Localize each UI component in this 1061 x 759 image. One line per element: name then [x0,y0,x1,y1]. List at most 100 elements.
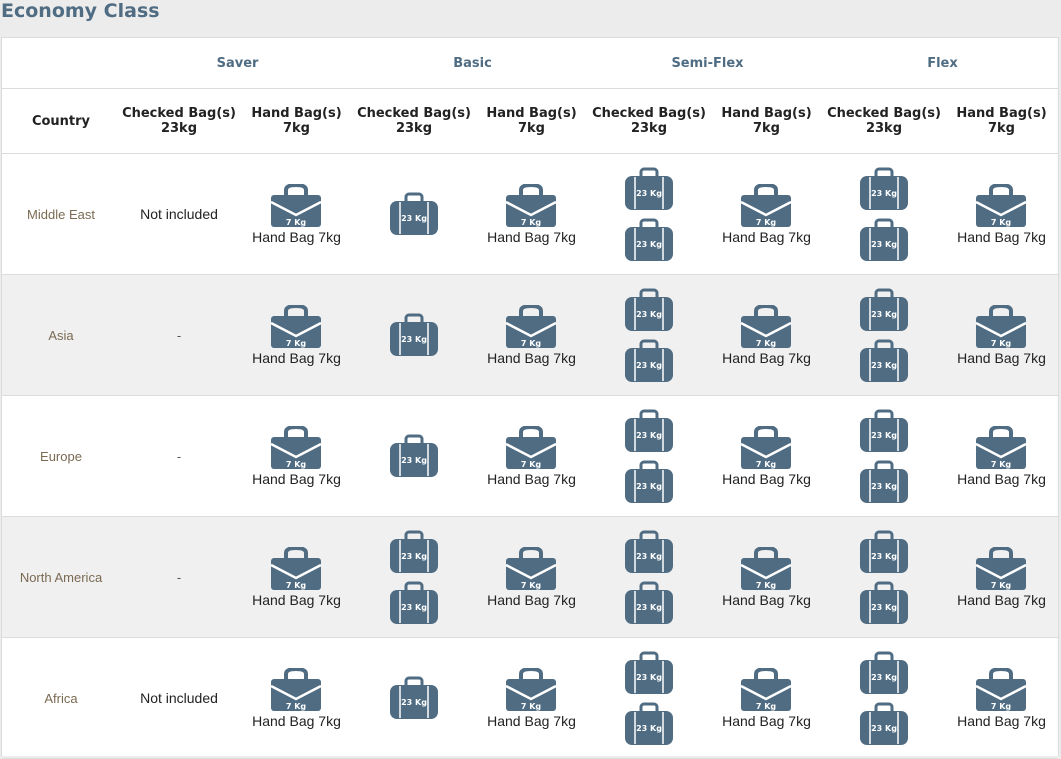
briefcase-icon: 7 Kg [740,667,793,711]
suitcase-icon: 23 Kg [625,702,673,745]
hand-bag-allowance: 7 Kg Hand Bag 7kg [252,183,341,245]
allowance-cell: 7 Kg Hand Bag 7kg [473,396,590,516]
suitcase-icon: 23 Kg [390,581,438,624]
briefcase-icon: 7 Kg [975,425,1028,469]
checked-bag-allowance: 23 Kg 23 Kg [624,167,674,262]
suitcase-icon: 23 Kg [860,530,908,573]
suitcase-icon: 23 Kg [625,218,673,261]
svg-text:23 Kg: 23 Kg [871,240,897,249]
suitcase-icon: 23 Kg [860,460,908,503]
hand-bag-allowance: 7 Kg Hand Bag 7kg [487,667,576,729]
svg-text:7 Kg: 7 Kg [286,339,307,348]
svg-text:23 Kg: 23 Kg [401,214,427,223]
allowance-cell: 7 Kg Hand Bag 7kg [708,275,825,395]
hand-bag-allowance: 7 Kg Hand Bag 7kg [722,304,811,366]
allowance-cell: 23 Kg [355,638,473,758]
allowance-cell: 7 Kg Hand Bag 7kg [943,517,1060,637]
svg-text:23 Kg: 23 Kg [871,482,897,491]
suitcase-icon: 23 Kg [390,192,438,235]
briefcase-icon: 7 Kg [505,667,558,711]
checked-bag-allowance: 23 Kg 23 Kg [859,409,909,504]
briefcase-icon: 7 Kg [975,304,1028,348]
suitcase-icon: 23 Kg [860,581,908,624]
not-included-label: Not included [140,206,218,222]
hand-bag-label: Hand Bag 7kg [722,228,811,245]
svg-text:7 Kg: 7 Kg [756,218,777,227]
briefcase-icon: 7 Kg [740,546,793,590]
hand-bag-allowance: 7 Kg Hand Bag 7kg [957,425,1046,487]
suitcase-icon: 23 Kg [390,676,438,719]
hand-bag-allowance: 7 Kg Hand Bag 7kg [957,667,1046,729]
svg-text:7 Kg: 7 Kg [991,702,1012,711]
suitcase-icon: 23 Kg [390,434,438,477]
svg-text:23 Kg: 23 Kg [871,552,897,561]
briefcase-icon: 7 Kg [740,425,793,469]
svg-text:23 Kg: 23 Kg [636,431,662,440]
checked-bag-column-header: Checked Bag(s) 23kg [122,106,236,136]
table-row: Asia -7 Kg Hand Bag 7kg 23 Kg 7 Kg Hand Bag 7… [2,275,1058,396]
allowance-cell: 7 Kg Hand Bag 7kg [708,154,825,274]
allowance-cell: - [120,275,238,395]
checked-bag-allowance: 23 Kg [389,313,439,357]
svg-text:23 Kg: 23 Kg [871,724,897,733]
svg-text:23 Kg: 23 Kg [636,603,662,612]
checked-bag-column-header: Checked Bag(s) 23kg [827,106,941,136]
allowance-cell: 7 Kg Hand Bag 7kg [943,396,1060,516]
allowance-cell: 23 Kg 23 Kg [590,275,708,395]
hand-bag-allowance: 7 Kg Hand Bag 7kg [957,183,1046,245]
allowance-cell: 7 Kg Hand Bag 7kg [943,638,1060,758]
hand-bag-label: Hand Bag 7kg [722,349,811,366]
checked-bag-allowance: 23 Kg [389,676,439,720]
svg-text:7 Kg: 7 Kg [521,460,542,469]
hand-bag-label: Hand Bag 7kg [252,591,341,608]
hand-bag-label: Hand Bag 7kg [487,591,576,608]
checked-bag-allowance: 23 Kg [389,434,439,478]
briefcase-icon: 7 Kg [270,304,323,348]
suitcase-icon: 23 Kg [860,218,908,261]
country-cell: Africa [44,690,78,706]
tier-header-saver: Saver [216,55,259,71]
svg-text:7 Kg: 7 Kg [521,218,542,227]
suitcase-icon: 23 Kg [860,167,908,210]
svg-text:23 Kg: 23 Kg [871,310,897,319]
svg-text:23 Kg: 23 Kg [401,552,427,561]
svg-text:23 Kg: 23 Kg [636,482,662,491]
allowance-cell: 23 Kg 23 Kg [590,638,708,758]
hand-bag-label: Hand Bag 7kg [487,349,576,366]
allowance-cell: - [120,396,238,516]
suitcase-icon: 23 Kg [860,339,908,382]
hand-bag-allowance: 7 Kg Hand Bag 7kg [722,546,811,608]
suitcase-icon: 23 Kg [860,651,908,694]
briefcase-icon: 7 Kg [975,667,1028,711]
allowance-cell: 23 Kg 23 Kg [825,517,943,637]
svg-text:23 Kg: 23 Kg [636,673,662,682]
suitcase-icon: 23 Kg [390,313,438,356]
svg-text:7 Kg: 7 Kg [286,218,307,227]
allowance-cell: 7 Kg Hand Bag 7kg [473,275,590,395]
checked-bag-allowance: 23 Kg 23 Kg [624,409,674,504]
allowance-cell: 7 Kg Hand Bag 7kg [238,396,355,516]
suitcase-icon: 23 Kg [390,530,438,573]
allowance-cell: 23 Kg 23 Kg [590,154,708,274]
svg-text:23 Kg: 23 Kg [636,552,662,561]
svg-text:23 Kg: 23 Kg [871,189,897,198]
suitcase-icon: 23 Kg [625,460,673,503]
hand-bag-label: Hand Bag 7kg [722,591,811,608]
suitcase-icon: 23 Kg [625,530,673,573]
svg-text:23 Kg: 23 Kg [401,603,427,612]
svg-text:23 Kg: 23 Kg [401,698,427,707]
hand-bag-column-header: Hand Bag(s) 7kg [956,106,1047,136]
svg-text:23 Kg: 23 Kg [871,361,897,370]
hand-bag-label: Hand Bag 7kg [957,228,1046,245]
briefcase-icon: 7 Kg [975,183,1028,227]
briefcase-icon: 7 Kg [270,183,323,227]
table-row: Europe -7 Kg Hand Bag 7kg 23 Kg 7 Kg Hand Bag… [2,396,1058,517]
allowance-cell: 23 Kg [355,154,473,274]
checked-bag-allowance: 23 Kg 23 Kg [859,651,909,746]
checked-bag-allowance: 23 Kg 23 Kg [859,530,909,625]
tier-header-basic: Basic [453,55,492,71]
svg-text:7 Kg: 7 Kg [991,581,1012,590]
checked-bag-allowance: 23 Kg 23 Kg [389,530,439,625]
svg-text:23 Kg: 23 Kg [401,456,427,465]
allowance-cell: 23 Kg [355,275,473,395]
